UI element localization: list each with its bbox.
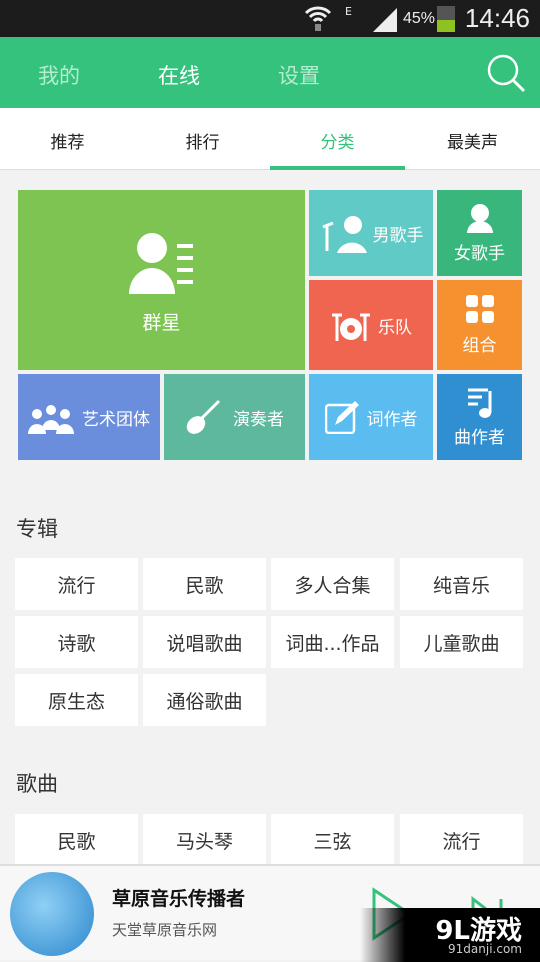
tile-stars[interactable]: 群星	[18, 190, 305, 370]
songs-category-button[interactable]: 流行	[400, 814, 523, 866]
clock: 14:46	[464, 3, 530, 33]
section-title-songs: 歌曲	[16, 772, 58, 796]
albums-category-button[interactable]: 说唱歌曲	[143, 616, 266, 668]
tile-female-singer[interactable]: 女歌手	[437, 190, 522, 276]
tile-band[interactable]: 乐队	[309, 280, 433, 370]
tile-art-group[interactable]: 艺术团体	[18, 374, 160, 460]
tile-label: 曲作者	[454, 427, 505, 448]
tile-lyricist[interactable]: 词作者	[309, 374, 433, 460]
tab-online[interactable]: 在线	[158, 60, 200, 90]
tile-label: 组合	[462, 335, 497, 356]
albums-category-button[interactable]: 词曲...作品	[271, 616, 394, 668]
albums-category-button[interactable]: 诗歌	[15, 616, 138, 668]
watermark: 9L游戏 91danji.com	[360, 908, 540, 962]
subtab-category[interactable]: 分类	[270, 128, 405, 153]
section-title-albums: 专辑	[16, 517, 58, 541]
drum-kit-icon	[332, 313, 370, 341]
subtab-recommend[interactable]: 推荐	[0, 128, 135, 153]
battery-icon	[437, 6, 455, 32]
tile-male-singer[interactable]: 男歌手	[309, 190, 433, 276]
tile-label: 男歌手	[372, 225, 424, 246]
female-singer-icon	[466, 203, 493, 233]
tile-label: 艺术团体	[82, 409, 150, 430]
albums-category-button[interactable]: 流行	[15, 558, 138, 610]
songs-category-button[interactable]: 马头琴	[143, 814, 266, 866]
subtab-ranking[interactable]: 排行	[135, 128, 270, 153]
status-bar: E 45% 14:46	[0, 0, 540, 37]
search-icon[interactable]	[486, 53, 526, 93]
music-note-icon	[467, 388, 491, 418]
signal-icon	[373, 8, 397, 32]
active-tab-indicator	[270, 166, 405, 170]
player-subtitle: 天堂草原音乐网	[112, 921, 218, 939]
grid-icon	[465, 294, 494, 323]
group-icon	[28, 405, 74, 434]
tile-composer[interactable]: 曲作者	[437, 374, 522, 460]
albums-category-button[interactable]: 原生态	[15, 674, 138, 726]
player-title: 草原音乐传播者	[112, 888, 246, 910]
top-nav: 我的 在线 设置	[0, 37, 540, 108]
mini-player[interactable]: 草原音乐传播者 天堂草原音乐网 9L游戏 91danji.com	[0, 864, 540, 962]
people-list-icon	[128, 232, 193, 294]
albums-category-button[interactable]: 多人合集	[271, 558, 394, 610]
tile-combination[interactable]: 组合	[437, 280, 522, 370]
pen-icon	[324, 401, 359, 434]
tile-label: 演奏者	[233, 409, 284, 430]
tab-mine[interactable]: 我的	[38, 60, 80, 90]
albums-category-button[interactable]: 儿童歌曲	[400, 616, 523, 668]
albums-category-button[interactable]: 民歌	[143, 558, 266, 610]
watermark-site: 91danji.com	[448, 942, 522, 956]
tile-label: 词作者	[366, 409, 418, 430]
tile-label: 女歌手	[454, 243, 505, 264]
wifi-icon	[304, 6, 332, 31]
tab-settings[interactable]: 设置	[278, 60, 320, 90]
battery-percent: 45%	[402, 10, 435, 27]
album-art	[10, 872, 94, 956]
songs-category-button[interactable]: 三弦	[271, 814, 394, 866]
network-type: E	[345, 5, 352, 18]
male-singer-icon	[321, 216, 367, 253]
subtab-best-voice[interactable]: 最美声	[405, 128, 540, 153]
sub-tabs: 推荐 排行 分类 最美声	[0, 108, 540, 170]
songs-category-button[interactable]: 民歌	[15, 814, 138, 866]
albums-category-button[interactable]: 通俗歌曲	[143, 674, 266, 726]
tile-label: 乐队	[378, 317, 412, 338]
tile-performer[interactable]: 演奏者	[164, 374, 305, 460]
guitar-icon	[186, 399, 221, 434]
tile-label: 群星	[142, 311, 181, 334]
albums-category-button[interactable]: 纯音乐	[400, 558, 523, 610]
